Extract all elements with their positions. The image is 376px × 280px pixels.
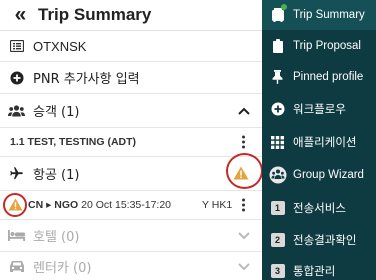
hotel-section-label: 호텔 (0) xyxy=(33,230,80,245)
nav-item-transmission-results[interactable]: 2 전송결과확인 xyxy=(262,225,376,255)
passenger-index: 1.1 xyxy=(10,136,25,148)
nav-item-applications[interactable]: 애플리케이션 xyxy=(262,127,376,157)
clipboard-icon xyxy=(262,39,293,53)
highlight-circle-air-warning xyxy=(226,153,263,189)
car-icon xyxy=(0,260,33,273)
group-wizard-icon xyxy=(262,166,293,184)
chevron-down-icon[interactable] xyxy=(238,227,250,245)
airplane-icon xyxy=(0,166,33,181)
bed-icon xyxy=(0,230,33,241)
segment-status: Y HK1 xyxy=(202,199,233,211)
pnr-row[interactable]: OTXNSK xyxy=(0,31,262,62)
panel-header: « Trip Summary xyxy=(0,0,262,31)
number-3-icon: 3 xyxy=(262,264,293,278)
passenger-list-item[interactable]: 1.1 TEST, TESTING (ADT) xyxy=(0,128,262,157)
trip-summary-icon xyxy=(262,4,293,22)
users-icon xyxy=(0,104,33,117)
air-segment-row[interactable]: CN ▸ NGO 20 Oct 15:35-17:20 Y HK1 xyxy=(0,191,262,220)
nav-item-label: Pinned profile xyxy=(293,71,364,83)
number-2-icon: 2 xyxy=(262,233,293,247)
air-section-label: 항공 (1) xyxy=(33,168,80,183)
nav-item-label: Trip Proposal xyxy=(293,40,361,52)
segment-datetime: 20 Oct 15:35-17:20 xyxy=(81,199,172,211)
nav-item-pinned-profile[interactable]: Pinned profile xyxy=(262,62,376,92)
pnr-record-locator: OTXNSK xyxy=(33,38,87,54)
nav-item-trip-proposal[interactable]: Trip Proposal xyxy=(262,31,376,61)
air-section-header[interactable]: 항공 (1) xyxy=(0,157,262,191)
nav-item-integrated-management[interactable]: 3 통합관리 xyxy=(262,256,376,280)
segment-menu-icon[interactable] xyxy=(242,198,246,212)
nav-item-label: 전송결과확인 xyxy=(293,233,357,247)
plus-circle-icon xyxy=(0,71,33,85)
grid-icon xyxy=(262,135,293,149)
highlight-circle-segment-warning xyxy=(3,193,27,217)
segment-route: CN ▸ NGO xyxy=(28,199,79,211)
add-pnr-remarks-row[interactable]: PNR 추가사항 입력 xyxy=(0,62,262,94)
nav-item-label: 통합관리 xyxy=(293,264,336,278)
passengers-section-label: 승객 (1) xyxy=(33,105,80,120)
car-section-label: 렌터카 (0) xyxy=(33,261,92,276)
passenger-name: TEST, TESTING (ADT) xyxy=(27,136,137,148)
add-remarks-label: PNR 추가사항 입력 xyxy=(33,72,140,87)
passengers-section-header[interactable]: 승객 (1) xyxy=(0,94,262,128)
passenger-menu-icon[interactable] xyxy=(242,135,246,149)
plus-circle-icon xyxy=(262,102,293,116)
nav-item-group-wizard[interactable]: Group Wizard xyxy=(262,160,376,190)
list-icon xyxy=(0,40,33,52)
nav-item-workflow[interactable]: 워크플로우 xyxy=(262,94,376,124)
chevron-down-icon[interactable] xyxy=(238,258,250,276)
nav-item-label: Trip Summary xyxy=(293,9,365,21)
pin-icon xyxy=(262,70,293,84)
nav-item-label: 전송서비스 xyxy=(293,201,346,215)
number-1-icon: 1 xyxy=(262,201,293,215)
hotel-section-header[interactable]: 호텔 (0) xyxy=(0,220,262,252)
page-title: Trip Summary xyxy=(38,5,152,24)
car-section-header[interactable]: 렌터카 (0) xyxy=(0,252,262,280)
chevron-up-icon[interactable] xyxy=(238,102,250,120)
nav-item-trip-summary[interactable]: Trip Summary xyxy=(262,0,376,30)
nav-item-transmission-service[interactable]: 1 전송서비스 xyxy=(262,193,376,223)
active-indicator-dot xyxy=(281,4,287,10)
double-chevron-left-icon[interactable]: « xyxy=(0,3,38,27)
right-nav-sidebar: Trip Summary Trip Proposal Pinned profil… xyxy=(262,0,376,280)
nav-item-label: Group Wizard xyxy=(293,169,364,181)
nav-item-label: 워크플로우 xyxy=(293,102,346,116)
trip-summary-panel: « Trip Summary OTXNSK PNR 추가사항 입력 승객 (1)… xyxy=(0,0,263,280)
nav-item-label: 애플리케이션 xyxy=(293,135,357,149)
